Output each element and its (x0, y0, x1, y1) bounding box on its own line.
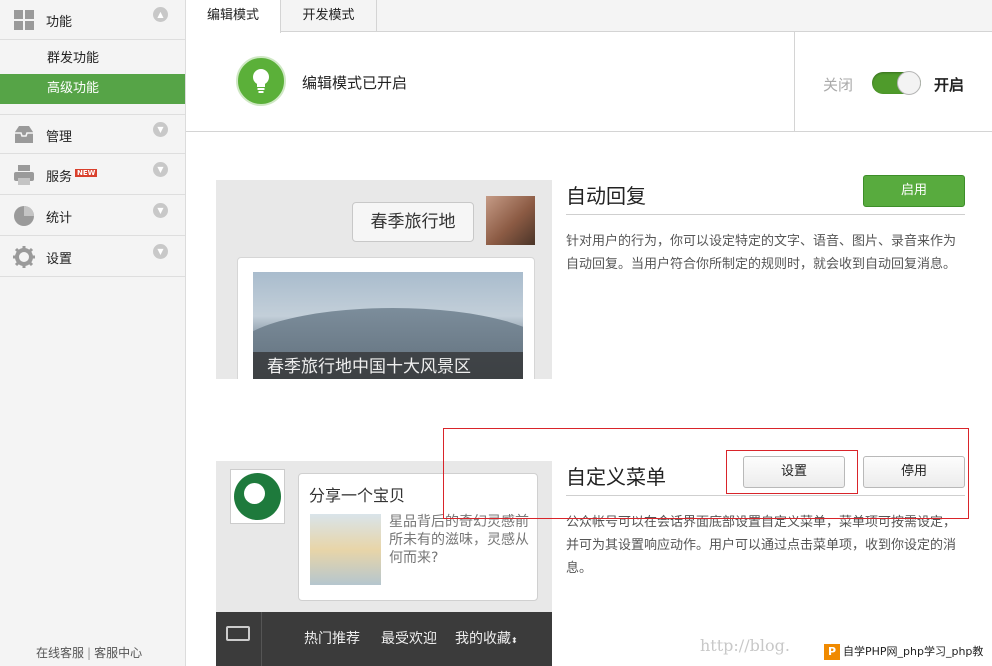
menu-item-label: 我的收藏 (455, 631, 511, 647)
divider (566, 214, 965, 215)
nav-section-stats[interactable]: 统计 ▼ (0, 196, 185, 236)
divider (566, 495, 965, 496)
watermark: http://blog. (700, 636, 790, 655)
new-badge: NEW (75, 169, 98, 177)
tab-edit-mode[interactable]: 编辑模式 (186, 0, 281, 33)
sidebar-footer: 在线客服 | 客服中心 (36, 644, 142, 661)
pie-chart-icon (14, 206, 34, 226)
inbox-icon (15, 126, 33, 143)
switch-on-label: 开启 (934, 76, 965, 94)
disable-button[interactable]: 停用 (863, 456, 965, 488)
divider (794, 32, 795, 132)
custom-menu-bar: 热门推荐 最受欢迎 我的收藏⬍ (216, 612, 552, 666)
menu-item-popular[interactable]: 最受欢迎 (381, 628, 437, 648)
settings-button[interactable]: 设置 (743, 456, 845, 488)
grid-icon (14, 10, 34, 30)
chevron-down-icon[interactable]: ▼ (153, 203, 168, 218)
nav-section-settings[interactable]: 设置 ▼ (0, 237, 185, 277)
menu-item-hot[interactable]: 热门推荐 (304, 628, 360, 648)
coffee-cup-image (310, 514, 381, 585)
menu-item-favorites[interactable]: 我的收藏⬍ (455, 628, 518, 648)
toggle-knob[interactable] (897, 71, 921, 95)
share-title: 分享一个宝贝 (309, 486, 406, 505)
mode-tabs: 编辑模式 开发模式 (186, 0, 992, 33)
php-site-tag: P 自学PHP网_php学习_php教 (822, 643, 992, 661)
sort-arrows-icon: ⬍ (511, 636, 518, 645)
news-caption: 春季旅行地中国十大风景区 (253, 352, 523, 379)
online-service-link[interactable]: 在线客服 (36, 646, 84, 660)
nav-section-manage[interactable]: 管理 ▼ (0, 114, 185, 154)
nav-section-label-wrap: 服务 NEW (46, 166, 98, 185)
tab-developer-mode[interactable]: 开发模式 (281, 0, 377, 32)
logo-face (244, 483, 265, 504)
nav-section-label: 服务 (46, 170, 73, 185)
avatar (486, 196, 535, 245)
landscape-image: 春季旅行地中国十大风景区 (253, 272, 523, 379)
auto-reply-title: 自动回复 (566, 184, 646, 208)
switch-off-label: 关闭 (823, 76, 854, 94)
chevron-down-icon[interactable]: ▼ (153, 122, 168, 137)
share-card: 分享一个宝贝 星品背后的奇幻灵感前所未有的滋味，灵感从何而来? (298, 473, 538, 601)
news-card: 春季旅行地中国十大风景区 (237, 257, 535, 379)
custom-menu-title: 自定义菜单 (566, 465, 666, 489)
enable-button[interactable]: 启用 (863, 175, 965, 207)
nav-section-label: 统计 (46, 211, 73, 226)
sidebar-item-advanced[interactable]: 高级功能 (0, 74, 185, 104)
mode-status-text: 编辑模式已开启 (302, 74, 408, 92)
custom-menu-description: 公众帐号可以在会话界面底部设置自定义菜单，菜单项可按需设定，并可为其设置响应动作… (566, 515, 957, 576)
share-description: 星品背后的奇幻灵感前所未有的滋味，灵感从何而来? (389, 514, 529, 566)
nav-section-features[interactable]: 功能 ▲ (0, 0, 185, 40)
auto-reply-preview: 春季旅行地 春季旅行地中国十大风景区 (216, 180, 552, 379)
mode-status-bar: 编辑模式已开启 关闭 开启 (186, 32, 992, 132)
chevron-down-icon[interactable]: ▼ (153, 162, 168, 177)
chevron-down-icon[interactable]: ▼ (153, 244, 168, 259)
edit-mode-toggle[interactable] (872, 71, 921, 95)
nav-section-label: 管理 (46, 130, 73, 145)
service-center-link[interactable]: 客服中心 (94, 646, 142, 660)
php-site-text: 自学PHP网_php学习_php教 (843, 645, 984, 658)
auto-reply-description: 针对用户的行为，你可以设定特定的文字、语音、图片、录音来作为自动回复。当用户符合… (566, 234, 957, 272)
printer-icon (14, 165, 34, 185)
lightbulb-icon (236, 56, 286, 106)
lightbulb-glyph (253, 69, 269, 93)
nav-section-service[interactable]: 服务 NEW ▼ (0, 155, 185, 195)
starbucks-logo (230, 469, 285, 524)
custom-menu-preview: 分享一个宝贝 星品背后的奇幻灵感前所未有的滋味，灵感从何而来? 热门推荐 最受欢… (216, 461, 552, 666)
php-logo-icon: P (824, 644, 840, 660)
chat-bubble: 春季旅行地 (352, 202, 474, 242)
keyboard-glyph (226, 626, 250, 641)
nav-section-label: 功能 (46, 15, 73, 30)
gear-icon (13, 246, 35, 268)
nav-section-label: 设置 (46, 252, 73, 267)
keyboard-icon[interactable] (216, 612, 262, 666)
footer-separator: | (87, 646, 92, 660)
sidebar-item-mass-send[interactable]: 群发功能 (0, 44, 185, 74)
chevron-up-icon[interactable]: ▲ (153, 7, 168, 22)
sidebar: 功能 ▲ 群发功能 高级功能 管理 ▼ 服务 NEW ▼ 统计 ▼ 设置 ▼ 在… (0, 0, 186, 666)
